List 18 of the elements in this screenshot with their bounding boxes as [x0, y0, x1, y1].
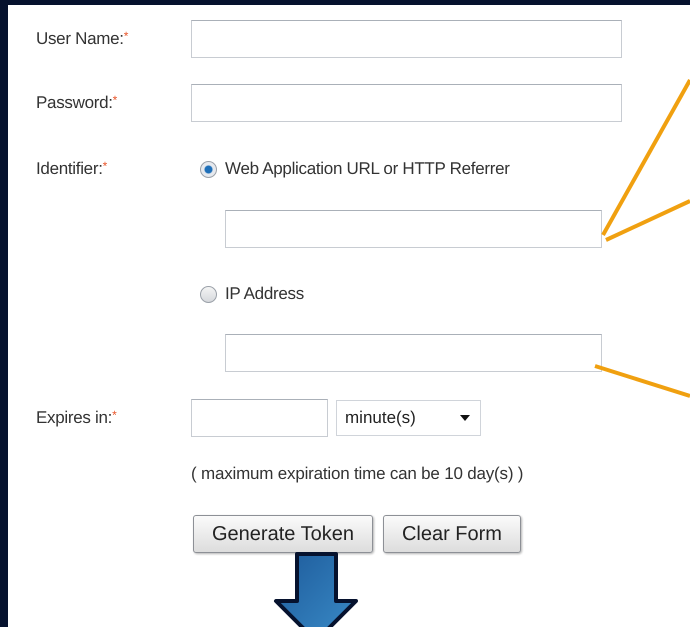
text-field[interactable]: [225, 334, 602, 372]
text-field[interactable]: [225, 210, 602, 248]
field-label: Identifier:*: [36, 159, 108, 179]
radio-label: Web Application URL or HTTP Referrer: [225, 159, 510, 179]
unit-dropdown[interactable]: minute(s): [336, 400, 481, 436]
duration-field[interactable]: [191, 399, 328, 437]
generate-button[interactable]: Generate Token: [193, 515, 373, 553]
clear-button[interactable]: Clear Form: [382, 515, 521, 553]
text-field[interactable]: [191, 84, 622, 122]
radio-button[interactable]: [200, 286, 217, 302]
caret-icon: [460, 415, 470, 421]
expiration-note: ( maximum expiration time can be 10 day(s) ): [191, 465, 524, 483]
field-label: User Name:*: [36, 28, 130, 49]
field-label: Password:*: [36, 92, 118, 113]
field-label: Expires in:*: [36, 407, 118, 428]
radio-button[interactable]: [200, 160, 217, 178]
radio-label: IP Address: [225, 284, 304, 304]
text-field[interactable]: [191, 20, 622, 58]
